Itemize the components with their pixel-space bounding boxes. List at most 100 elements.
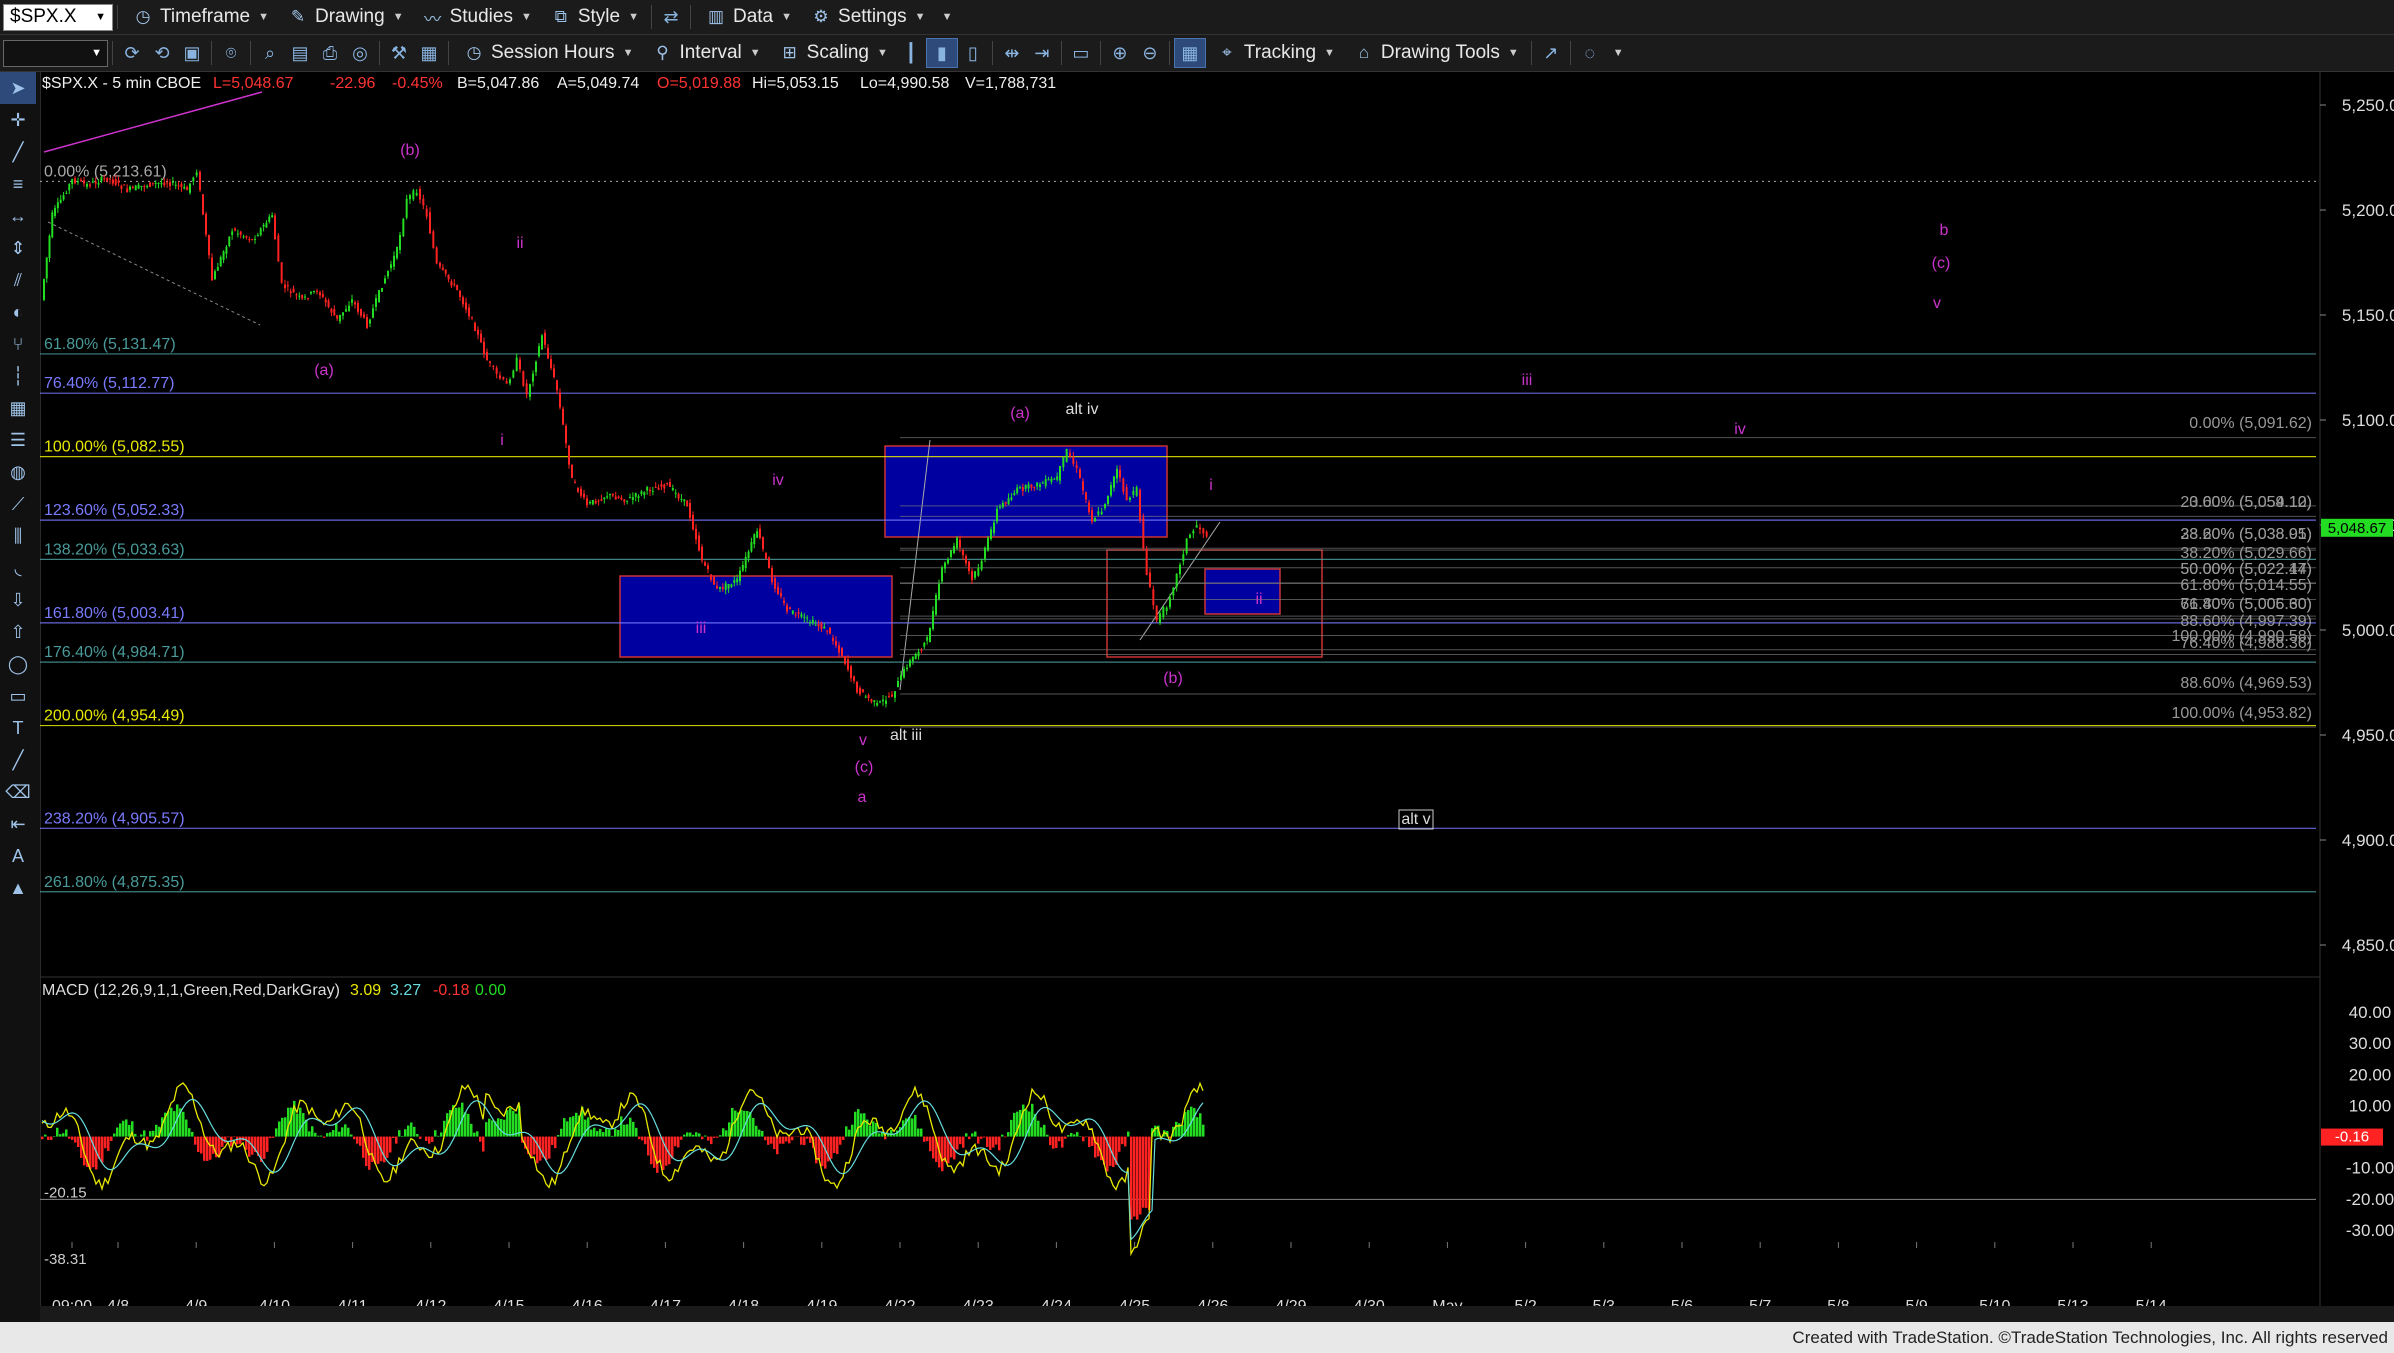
candle-body [111,179,114,184]
data-icon: ▥ [707,7,725,26]
candle-body [495,367,498,374]
macd-histogram-bar [1196,1117,1199,1137]
fib-level-label: 261.80% (4,875.35) [44,874,185,891]
candle-body [1182,554,1185,562]
candle-body [339,314,341,322]
candle-body [844,656,846,664]
search-icon[interactable]: ⌕ [255,39,285,67]
candle-body [671,487,674,491]
tools-icon[interactable]: ⚒ [384,39,414,67]
candle-body [149,182,151,187]
candle-body [654,486,657,488]
style-menu[interactable]: ⧉ Style ▼ [540,0,647,34]
print-icon[interactable]: ⎙ [315,39,345,67]
wave-label: (c) [855,759,874,776]
macd-min-label: -38.31 [44,1251,87,1268]
save-icon[interactable]: ▤ [285,39,315,67]
macd-histogram-bar [683,1134,686,1137]
zoom-horizontal-icon[interactable]: ⇹ [997,39,1027,67]
crosshair-grid-icon[interactable]: ▦ [1173,38,1206,68]
candle-body [873,700,876,703]
macd-histogram-bar [968,1136,971,1140]
price-tick-label: 5,200.00 [2342,201,2394,220]
refresh-icon[interactable]: ⟳ [117,39,147,67]
chat-icon[interactable]: ◌ [1575,39,1605,67]
interval-menu[interactable]: ⚲ Interval ▼ [641,35,768,71]
macd-histogram-bar [71,1136,74,1140]
chart-export-icon[interactable]: ↗ [1536,39,1566,67]
trendline [47,221,261,326]
link-icon[interactable]: ⇄ [656,3,686,31]
macd-histogram-bar [107,1136,110,1151]
candle-body [277,235,280,262]
candle-body [289,291,292,293]
interval-selector[interactable]: ▼ [3,39,108,67]
candle-body [850,666,852,678]
macd-histogram-bar [104,1136,107,1149]
radar-icon[interactable]: ◎ [345,39,375,67]
candle-body [791,610,794,614]
wave-label: v [859,732,867,749]
drawing-tools-menu[interactable]: ⌂ Drawing Tools ▼ [1343,35,1527,71]
tracking-menu[interactable]: ⌖ Tracking ▼ [1206,35,1343,71]
candle-body [716,585,718,589]
timeframe-menu[interactable]: ◷ Timeframe ▼ [122,0,277,34]
macd-histogram-bar [182,1111,185,1137]
candle-body [307,298,309,300]
more-chevron-icon[interactable]: ▼ [942,11,953,23]
symbol-selector[interactable]: $SPX.X ▼ [3,3,113,31]
candle-body [950,550,952,557]
candle-body [739,570,741,582]
fib-level-label: 61.80% (5,131.47) [44,336,176,353]
wave-label: alt iii [890,727,922,744]
align-right-icon[interactable]: ⇥ [1027,39,1057,67]
macd-histogram-bar [608,1129,611,1137]
horizontal-scrollbar[interactable] [40,1306,2394,1322]
drawing-menu[interactable]: ✎ Drawing ▼ [277,0,412,34]
macd-histogram-bar [482,1136,485,1152]
macd-histogram-bar [491,1120,494,1137]
macd-histogram-bar [707,1136,710,1141]
studies-menu[interactable]: 〰 Studies ▼ [412,0,540,34]
candle-body [419,189,421,200]
chevron-down-icon[interactable]: ▼ [1613,47,1624,59]
candle-body [56,202,59,209]
macd-histogram-bar [1142,1136,1145,1208]
data-menu[interactable]: ▥ Data ▼ [695,0,800,34]
candle-body [789,607,791,610]
interval-label: Interval [679,42,742,63]
candle-body [324,299,327,303]
fib-ext-label: 23.60% (5,038.05) [2180,526,2312,543]
scaling-menu[interactable]: ⊞ Scaling ▼ [769,35,896,71]
macd-histogram-bar [122,1120,125,1137]
zoom-out-icon[interactable]: ⊖ [1135,39,1165,67]
candle-body [620,497,623,500]
candle-body [1145,548,1148,575]
candle-body [62,195,65,200]
cycle-icon[interactable]: ⟲ [147,39,177,67]
macd-histogram-bar [680,1136,683,1140]
macd-histogram-bar [344,1124,347,1137]
window-icon[interactable]: ▣ [177,39,207,67]
candle-body [591,499,594,505]
target-icon[interactable]: ⌾ [216,39,246,67]
macd-histogram-bar [1001,1134,1004,1137]
candlestick-icon[interactable]: ▮ [925,38,958,68]
zoom-in-icon[interactable]: ⊕ [1105,39,1135,67]
bar-chart-icon[interactable]: ┃ [896,39,926,67]
macd-histogram-bar [638,1136,641,1140]
candle-body [219,257,222,266]
settings-menu[interactable]: ⚙ Settings ▼ [800,0,934,34]
grid-icon[interactable]: ▦ [414,39,444,67]
macd-histogram-bar [725,1130,728,1137]
session-hours-menu[interactable]: ◷ Session Hours ▼ [453,35,641,71]
hollow-candle-icon[interactable]: ▯ [958,39,988,67]
candle-body [462,297,464,305]
layout-icon[interactable]: ▭ [1066,39,1096,67]
candle-body [216,267,219,271]
candle-body [268,216,271,222]
chart-area[interactable]: 0.00% (5,213.61) 61.80% (5,131.47) 76.40% … [0,72,2394,1306]
candle-body [797,612,800,614]
macd-histogram-bar [620,1116,623,1137]
candle-body [727,584,730,589]
